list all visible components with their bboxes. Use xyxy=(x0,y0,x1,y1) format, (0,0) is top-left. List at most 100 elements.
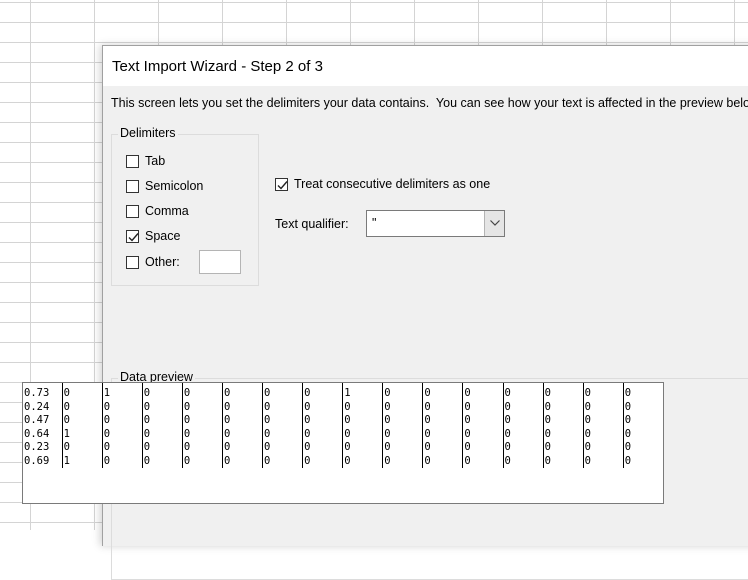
consecutive-delimiters-label: Treat consecutive delimiters as one xyxy=(294,177,491,191)
preview-cell: 0 xyxy=(61,400,103,414)
checkmark-icon xyxy=(128,232,139,242)
preview-cell: 0 xyxy=(582,427,624,441)
delimiter-other-option[interactable]: Other: xyxy=(126,250,241,274)
space-checkbox[interactable] xyxy=(126,229,139,243)
preview-cell: 1 xyxy=(342,383,383,401)
preview-cell: 0 xyxy=(462,400,503,414)
preview-cell: 0 xyxy=(262,414,303,428)
preview-cell: 0 xyxy=(502,427,544,441)
preview-cell: 0 xyxy=(181,383,223,401)
preview-cell: 0 xyxy=(181,427,223,441)
preview-cell: 0 xyxy=(622,427,663,441)
preview-cell: 0 xyxy=(221,427,263,441)
preview-cell: 0 xyxy=(61,414,103,428)
preview-cell: 0 xyxy=(342,400,383,414)
preview-cell: 0 xyxy=(342,414,383,428)
preview-cell: 0 xyxy=(382,383,423,401)
preview-cell: 0 xyxy=(622,441,663,455)
preview-cell: 0 xyxy=(462,414,503,428)
semicolon-checkbox-label: Semicolon xyxy=(145,179,204,193)
text-qualifier-select[interactable]: " xyxy=(366,210,505,237)
preview-cell: 0 xyxy=(622,454,663,468)
preview-cell: 0 xyxy=(141,414,183,428)
space-checkbox-label: Space xyxy=(145,229,181,243)
preview-cell: 0.73 xyxy=(24,387,50,399)
preview-cell: 0 xyxy=(462,441,503,455)
preview-cell: 0 xyxy=(221,400,263,414)
preview-cell: 0 xyxy=(382,454,423,468)
preview-cell: 0 xyxy=(302,414,343,428)
preview-cell: 1 xyxy=(101,383,143,401)
preview-cell: 0 xyxy=(422,454,463,468)
preview-cell: 0 xyxy=(302,400,343,414)
preview-cell: 0 xyxy=(262,427,303,441)
preview-cell: 0 xyxy=(302,427,343,441)
delimiter-semicolon-option[interactable]: Semicolon xyxy=(126,179,203,193)
preview-cell: 0 xyxy=(422,414,463,428)
other-checkbox[interactable] xyxy=(126,255,139,269)
wizard-description: This screen lets you set the delimiters … xyxy=(111,96,748,110)
tab-checkbox-label: Tab xyxy=(145,154,166,168)
preview-cell: 0 xyxy=(622,400,663,414)
preview-row: 0.24 0 0 0 0 0 0 0 0 0 0 0 0 0 0 0 xyxy=(23,400,663,414)
preview-cell: 0 xyxy=(382,427,423,441)
preview-cell: 0 xyxy=(101,400,143,414)
preview-cell: 0 xyxy=(462,454,503,468)
dialog-titlebar: Text Import Wizard - Step 2 of 3 xyxy=(103,46,748,86)
preview-cell: 0 xyxy=(542,383,584,401)
preview-cell: 0 xyxy=(542,400,584,414)
consecutive-delimiters-option[interactable]: Treat consecutive delimiters as one xyxy=(275,177,490,191)
chevron-down-icon xyxy=(490,220,500,226)
comma-checkbox[interactable] xyxy=(126,204,139,218)
preview-cell: 0.69 xyxy=(24,454,50,467)
delimiter-space-option[interactable]: Space xyxy=(126,229,180,243)
preview-cell: 0 xyxy=(422,383,463,401)
preview-cell: 0 xyxy=(101,427,143,441)
preview-cell: 0 xyxy=(542,454,584,468)
text-qualifier-value: " xyxy=(372,216,377,230)
preview-cell: 0 xyxy=(141,427,183,441)
other-delimiter-input[interactable] xyxy=(198,250,241,274)
preview-cell: 0 xyxy=(502,400,544,414)
preview-cell: 0 xyxy=(502,441,544,455)
preview-cell: 0 xyxy=(542,427,584,441)
preview-cell: 0 xyxy=(141,441,183,455)
preview-cell: 0 xyxy=(582,383,624,401)
data-preview-pane[interactable]: 0.73 0 1 0 0 0 0 0 1 0 0 0 0 0 0 0 0.24 0 0 0 0 0 0 0 0 0 0 0 0 0 0 0 0.… xyxy=(22,382,664,504)
preview-cell: 0 xyxy=(262,400,303,414)
delimiter-tab-option[interactable]: Tab xyxy=(126,154,165,168)
preview-cell: 0 xyxy=(61,383,103,401)
preview-cell: 0 xyxy=(141,383,183,401)
preview-cell: 0 xyxy=(342,441,383,455)
preview-row: 0.47 0 0 0 0 0 0 0 0 0 0 0 0 0 0 0 xyxy=(23,414,663,428)
preview-cell: 0 xyxy=(582,414,624,428)
preview-cell: 0 xyxy=(101,454,143,468)
preview-cell: 0 xyxy=(422,400,463,414)
preview-cell: 0 xyxy=(582,400,624,414)
tab-checkbox[interactable] xyxy=(126,154,139,168)
consecutive-delimiters-checkbox[interactable] xyxy=(275,177,288,191)
preview-cell: 0 xyxy=(342,454,383,468)
preview-cell: 0 xyxy=(262,454,303,468)
semicolon-checkbox[interactable] xyxy=(126,179,139,193)
preview-cell: 0 xyxy=(221,454,263,468)
comma-checkbox-label: Comma xyxy=(145,204,189,218)
preview-cell: 0 xyxy=(542,414,584,428)
delimiter-comma-option[interactable]: Comma xyxy=(126,204,189,218)
preview-cell: 0 xyxy=(101,441,143,455)
preview-cell: 0.23 xyxy=(24,441,50,453)
checkmark-icon xyxy=(277,180,288,190)
dialog-title: Text Import Wizard - Step 2 of 3 xyxy=(112,58,323,75)
preview-cell: 0 xyxy=(622,383,663,401)
preview-cell: 0 xyxy=(382,400,423,414)
preview-cell: 0 xyxy=(141,454,183,468)
preview-row: 0.64 1 0 0 0 0 0 0 0 0 0 0 0 0 0 0 xyxy=(23,427,663,441)
preview-cell: 0 xyxy=(181,400,223,414)
preview-cell: 0 xyxy=(302,454,343,468)
preview-cell: 1 xyxy=(61,427,103,441)
text-qualifier-dropdown-button[interactable] xyxy=(484,211,504,236)
preview-cell: 0 xyxy=(422,441,463,455)
preview-cell: 0 xyxy=(262,383,303,401)
preview-cell: 0 xyxy=(181,441,223,455)
preview-cell: 0 xyxy=(422,427,463,441)
